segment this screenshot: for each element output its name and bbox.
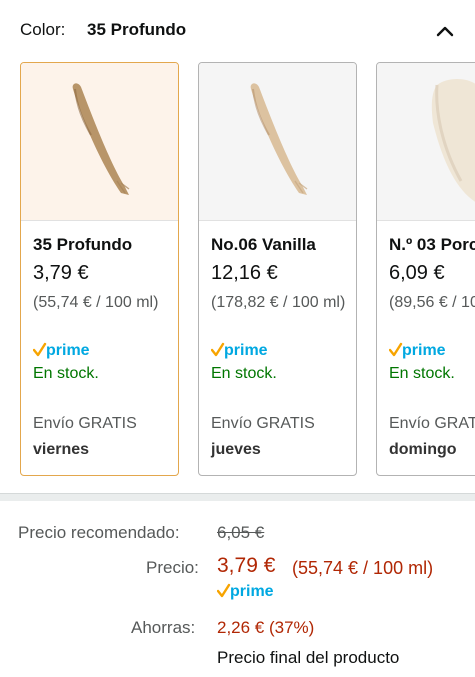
recommended-price-label: Precio recomendado:	[18, 523, 180, 542]
delivery-day: domingo	[389, 441, 457, 458]
svg-text:prime: prime	[230, 583, 274, 600]
delivery-day: jueves	[211, 441, 261, 458]
color-swatch-carousel[interactable]: 35 Profundo 3,79 € (55,74 € / 100 ml) pr…	[0, 62, 475, 478]
swatch-card[interactable]: N.º 03 Porcelain 6,09 € (89,56 € / 100 m…	[376, 62, 475, 476]
final-price-note: Precio final del producto	[217, 648, 400, 667]
svg-text:prime: prime	[224, 342, 268, 359]
swatch-image	[21, 63, 178, 221]
prime-logo-icon: prime	[217, 581, 297, 601]
stock-status: En stock.	[33, 365, 99, 382]
chevron-up-icon[interactable]	[430, 18, 460, 44]
stock-status: En stock.	[211, 365, 277, 382]
prime-logo-icon: prime	[389, 340, 469, 360]
delivery-day: viernes	[33, 441, 90, 458]
swatch-card[interactable]: No.06 Vanilla 12,16 € (178,82 € / 100 ml…	[198, 62, 357, 476]
svg-text:prime: prime	[46, 342, 90, 359]
swatch-unit-price: (178,82 € / 100 ml)	[211, 294, 346, 311]
swatch-image	[377, 63, 475, 221]
selected-color-value: 35 Profundo	[87, 20, 187, 39]
svg-text:prime: prime	[402, 342, 446, 359]
swatch-price: 6,09 €	[389, 262, 445, 284]
swatch-price: 3,79 €	[33, 262, 89, 284]
swatch-unit-price: (89,56 € / 100 ml)	[389, 294, 475, 311]
shipping-label: Envío GRATIS	[33, 415, 137, 432]
color-selector-header[interactable]: Color: 35 Profundo	[20, 18, 460, 44]
swatch-name: 35 Profundo	[33, 235, 133, 254]
savings-value: 2,26 € (37%)	[217, 618, 315, 637]
recommended-price-value: 6,05 €	[217, 523, 265, 542]
swatch-card[interactable]: 35 Profundo 3,79 € (55,74 € / 100 ml) pr…	[20, 62, 179, 476]
price-unit: (55,74 € / 100 ml)	[292, 558, 434, 578]
swatch-name: No.06 Vanilla	[211, 235, 316, 254]
color-label: Color:	[20, 20, 66, 39]
shipping-label: Envío GRATIS	[211, 415, 315, 432]
savings-label: Ahorras:	[131, 618, 196, 637]
stock-status: En stock.	[389, 365, 455, 382]
price-label: Precio:	[146, 558, 199, 577]
shipping-label: Envío GRATIS	[389, 415, 475, 432]
prime-logo-icon: prime	[33, 340, 113, 360]
swatch-price: 12,16 €	[211, 262, 278, 284]
section-divider	[0, 493, 475, 501]
swatch-unit-price: (55,74 € / 100 ml)	[33, 294, 159, 311]
swatch-image	[199, 63, 356, 221]
price-value: 3,79 €	[217, 554, 276, 577]
swatch-name: N.º 03 Porcelain	[389, 235, 475, 254]
prime-logo-icon: prime	[211, 340, 291, 360]
